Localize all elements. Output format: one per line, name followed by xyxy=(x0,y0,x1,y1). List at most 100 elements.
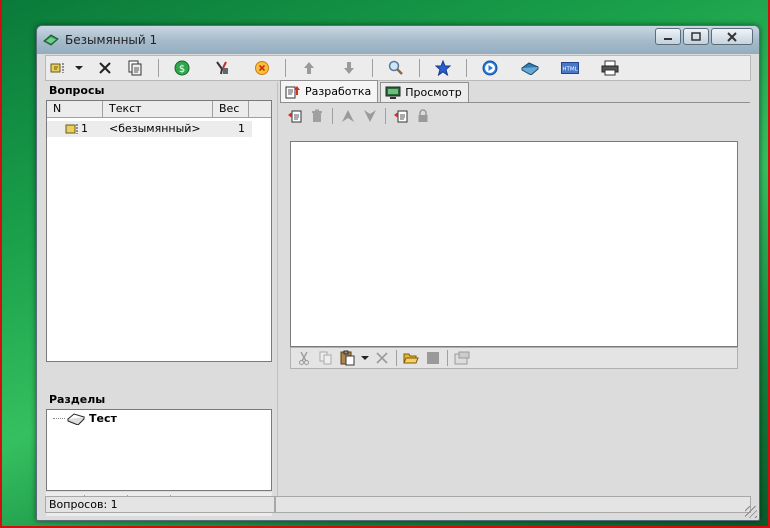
answer-up-button[interactable] xyxy=(337,106,359,126)
questions-header: Вопросы xyxy=(45,82,275,100)
answer-down-button[interactable] xyxy=(359,106,381,126)
tab-strip: Разработка Просмотр xyxy=(280,80,471,102)
stop-button[interactable] xyxy=(422,348,444,368)
open-file-button[interactable] xyxy=(400,348,422,368)
add-answer-button[interactable] xyxy=(284,106,306,126)
table-row[interactable]: 1 <безымянный> 1 xyxy=(47,121,252,137)
close-button[interactable] xyxy=(711,28,753,45)
new-question-icon xyxy=(50,63,64,73)
column-header-text[interactable]: Текст xyxy=(103,101,213,117)
printer-icon xyxy=(601,60,619,76)
copy-question-icon xyxy=(128,60,142,76)
copy-icon xyxy=(319,351,332,365)
properties-button[interactable] xyxy=(451,348,473,368)
status-empty-cell xyxy=(275,496,751,513)
question-text: <безымянный> xyxy=(109,122,201,135)
tab-development[interactable]: Разработка xyxy=(280,80,379,102)
money-icon: $ xyxy=(174,60,190,76)
scissors-icon xyxy=(299,351,309,365)
paste-dropdown[interactable] xyxy=(359,348,371,368)
html-icon: HTML xyxy=(561,62,579,74)
trash-icon xyxy=(312,109,322,122)
minimize-button[interactable] xyxy=(655,28,681,45)
new-question-dropdown[interactable] xyxy=(72,57,86,79)
delete-answer-button[interactable] xyxy=(306,106,328,126)
status-questions-count: Вопросов: 1 xyxy=(45,496,275,513)
paste-button[interactable] xyxy=(337,348,359,368)
title-bar[interactable]: Безымянный 1 xyxy=(37,26,759,54)
status-bar: Вопросов: 1 xyxy=(45,496,751,514)
move-up-button[interactable] xyxy=(296,57,322,79)
editor-toolbar xyxy=(290,347,738,369)
chevron-down-icon xyxy=(364,110,376,122)
cancel-circle-icon xyxy=(255,61,269,75)
cut-button[interactable] xyxy=(293,348,315,368)
dropdown-arrow-icon xyxy=(361,356,369,360)
lock-icon xyxy=(418,109,428,122)
svg-text:$: $ xyxy=(179,64,185,75)
tools-icon xyxy=(216,61,228,75)
arrow-down-icon xyxy=(344,62,354,74)
questions-list[interactable]: N Текст Вес 1 <безымянный> 1 xyxy=(46,100,272,362)
tab-preview[interactable]: Просмотр xyxy=(380,82,469,102)
copy-question-button[interactable] xyxy=(122,57,148,79)
book-icon xyxy=(521,62,539,75)
monitor-icon xyxy=(385,86,401,99)
star-icon xyxy=(435,60,451,76)
main-toolbar: $ HTML xyxy=(45,55,751,81)
search-icon xyxy=(388,60,403,75)
arrow-up-icon xyxy=(304,62,314,74)
dropdown-arrow-icon xyxy=(75,66,83,70)
questions-grid-header: N Текст Вес xyxy=(47,101,271,118)
add-page-icon xyxy=(394,110,408,123)
question-editor[interactable] xyxy=(290,141,738,347)
answers-toolbar xyxy=(284,105,434,127)
tab-content-development xyxy=(280,102,750,495)
new-question-button[interactable] xyxy=(46,57,72,79)
delete-icon xyxy=(99,62,111,74)
development-icon xyxy=(285,85,300,98)
question-number: 1 xyxy=(81,122,88,135)
tab-label: Разработка xyxy=(305,85,372,98)
tree-item[interactable]: Тест xyxy=(47,412,271,425)
left-panel: Вопросы N Текст Вес 1 <безымянный> 1 Раз… xyxy=(45,82,275,516)
html-export-button[interactable]: HTML xyxy=(557,57,583,79)
lock-button[interactable] xyxy=(412,106,434,126)
column-header-n[interactable]: N xyxy=(47,101,103,117)
folder-open-icon xyxy=(403,353,419,364)
question-icon xyxy=(65,124,78,134)
svg-text:HTML: HTML xyxy=(562,67,578,73)
cancel-button[interactable] xyxy=(249,57,275,79)
sections-header: Разделы xyxy=(45,391,275,409)
run-button[interactable] xyxy=(477,57,503,79)
move-down-button[interactable] xyxy=(336,57,362,79)
column-header-weight[interactable]: Вес xyxy=(213,101,249,117)
paste-icon xyxy=(340,350,355,366)
window-title: Безымянный 1 xyxy=(65,33,158,47)
close-icon xyxy=(727,31,737,42)
insert-answer-button[interactable] xyxy=(390,106,412,126)
question-weight: 1 xyxy=(238,122,245,135)
right-panel: Разработка Просмотр xyxy=(277,80,752,496)
maximize-button[interactable] xyxy=(683,28,709,45)
print-button[interactable] xyxy=(597,57,623,79)
app-window: Безымянный 1 $ HTML Вопросы N Текст Вес … xyxy=(36,25,760,521)
resize-grip[interactable] xyxy=(745,506,757,518)
section-label: Тест xyxy=(89,412,117,425)
square-icon xyxy=(427,352,439,364)
add-page-icon xyxy=(288,110,302,123)
book-button[interactable] xyxy=(517,57,543,79)
money-button[interactable]: $ xyxy=(169,57,195,79)
search-button[interactable] xyxy=(383,57,409,79)
delete-button[interactable] xyxy=(92,57,118,79)
tree-line xyxy=(53,418,65,419)
copy-button[interactable] xyxy=(315,348,337,368)
maximize-icon xyxy=(691,32,701,41)
favorite-button[interactable] xyxy=(430,57,456,79)
sections-tree[interactable]: Тест xyxy=(46,409,272,491)
clear-button[interactable] xyxy=(371,348,393,368)
play-icon xyxy=(482,60,498,76)
book-section-icon xyxy=(67,412,85,425)
app-logo-icon xyxy=(43,34,59,46)
tools-button[interactable] xyxy=(209,57,235,79)
